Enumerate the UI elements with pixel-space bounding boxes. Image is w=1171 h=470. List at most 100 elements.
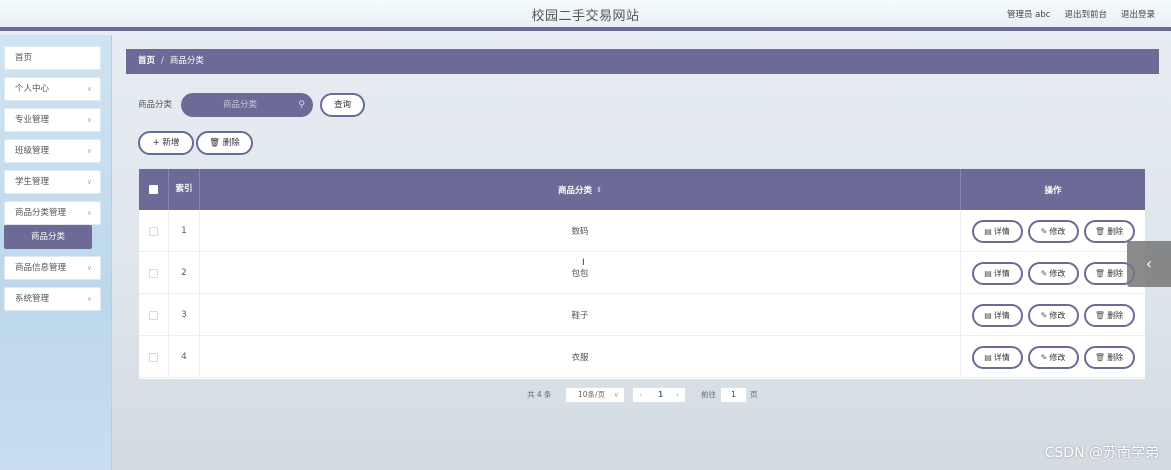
row-checkbox[interactable] [149,352,158,362]
row-delete-label: 删除 [1107,352,1124,362]
sidebar-item-class-management[interactable]: 班级管理 ∨ [4,139,101,163]
row-category: 衣服 [200,336,961,378]
prev-page-icon[interactable]: ‹ [639,390,642,399]
add-button[interactable]: + 新增 [138,131,194,155]
edit-label: 修改 [1049,310,1066,320]
page-size-select[interactable]: 10条/页 ∨ [565,387,625,403]
row-operations: ▤ 详情 ✎ 修改 🗑 删除 [961,210,1145,252]
chevron-down-icon: ∨ [86,264,92,272]
header-category[interactable]: 商品分类 ⇕ [200,169,961,210]
detail-label: 详情 [993,310,1010,320]
header-operations: 操作 [1044,185,1062,196]
row-checkbox[interactable] [149,268,158,278]
breadcrumb-current: 商品分类 [169,56,204,66]
row-delete-label: 删除 [1107,268,1124,278]
sidebar-item-home[interactable]: 首页 [4,46,101,70]
table-row: 3 鞋子 ▤ 详情 ✎ 修改 🗑 删除 [139,294,1145,336]
table-header: 索引 商品分类 ⇕ 操作 [139,169,1145,210]
select-all-cell [139,169,169,210]
pencil-icon: ✎ [1040,226,1048,236]
detail-label: 详情 [993,352,1010,362]
plus-icon: + [152,138,160,148]
edit-button[interactable]: ✎ 修改 [1027,345,1079,369]
row-check-cell [139,336,169,378]
select-all-checkbox[interactable] [149,185,158,194]
row-delete-button[interactable]: 🗑 删除 [1083,303,1135,327]
edit-label: 修改 [1049,352,1066,362]
chevron-up-icon: ∧ [86,209,92,217]
detail-button[interactable]: ▤ 详情 [971,219,1023,243]
sidebar-item-major-management[interactable]: 专业管理 ∨ [4,108,101,132]
page-unit-label: 页 [750,390,758,399]
exit-to-front-link[interactable]: 退出到前台 [1064,8,1107,20]
search-input[interactable]: 商品分类 ⚲ [181,93,313,117]
row-index: 2 [169,252,200,294]
chevron-left-icon: ‹ [1145,254,1153,273]
row-delete-label: 删除 [1107,310,1124,320]
edit-label: 修改 [1049,268,1066,278]
pencil-icon: ✎ [1040,352,1048,362]
sidebar-item-label: 商品信息管理 [15,263,67,273]
collapse-panel-button[interactable]: ‹ [1127,241,1171,287]
row-checkbox[interactable] [149,310,158,320]
site-title: 校园二手交易网站 [531,9,640,24]
sidebar-item-label: 专业管理 [15,115,50,125]
trash-icon: 🗑 [1094,226,1106,236]
sidebar-item-personal-center[interactable]: 个人中心 ∨ [4,77,101,101]
sidebar-item-goods-management[interactable]: 商品信息管理 ∨ [4,256,101,280]
goto-page-input[interactable]: 1 [720,387,747,403]
detail-button[interactable]: ▤ 详情 [971,345,1023,369]
table-row: 2 包包 ▤ 详情 ✎ 修改 🗑 删除 [139,252,1145,294]
edit-button[interactable]: ✎ 修改 [1027,261,1079,285]
add-button-label: 新增 [162,138,180,148]
row-delete-button[interactable]: 🗑 删除 [1083,219,1135,243]
row-operations: ▤ 详情 ✎ 修改 🗑 删除 [961,294,1145,336]
edit-button[interactable]: ✎ 修改 [1027,303,1079,327]
delete-button[interactable]: 🗑 删除 [196,131,253,155]
page-size-value: 10条/页 [578,390,606,399]
query-button[interactable]: 查询 [320,93,365,117]
detail-button[interactable]: ▤ 详情 [971,303,1023,327]
page-nav: ‹ 1 › [632,387,686,403]
row-check-cell [139,294,169,336]
detail-button[interactable]: ▤ 详情 [971,261,1023,285]
row-delete-button[interactable]: 🗑 删除 [1083,345,1135,369]
sidebar-item-student-management[interactable]: 学生管理 ∨ [4,170,101,194]
document-icon: ▤ [984,226,992,236]
breadcrumb: 首页 / 商品分类 [126,49,1159,74]
chevron-down-icon: ∨ [86,116,92,124]
delete-button-label: 删除 [222,138,240,148]
chevron-down-icon: ∨ [86,178,92,186]
row-index: 4 [169,336,200,378]
trash-icon: 🗑 [209,138,221,148]
row-check-cell [139,252,169,294]
header-category-label: 商品分类 [558,185,593,196]
row-operations: ▤ 详情 ✎ 修改 🗑 删除 [961,252,1145,294]
sidebar-item-system-management[interactable]: 系统管理 ∨ [4,287,101,311]
trash-icon: 🗑 [1094,352,1106,362]
document-icon: ▤ [984,352,992,362]
detail-label: 详情 [993,226,1010,236]
sidebar-item-category-management[interactable]: 商品分类管理 ∧ [4,201,101,225]
sidebar-item-label: 首页 [15,53,33,63]
table-row: 1 数码 ▤ 详情 ✎ 修改 🗑 删除 [139,210,1145,252]
pencil-icon: ✎ [1040,268,1048,278]
current-page[interactable]: 1 [658,390,663,399]
logout-link[interactable]: 退出登录 [1121,8,1155,20]
sidebar: 首页 个人中心 ∨ 专业管理 ∨ 班级管理 ∨ 学生管理 ∨ 商品分类管理 ∧ … [0,35,112,470]
edit-button[interactable]: ✎ 修改 [1027,219,1079,243]
row-index: 1 [169,210,200,252]
sort-icon[interactable]: ⇕ [596,186,602,194]
watermark: CSDN @苏南学弟 [1044,445,1159,461]
search-placeholder: 商品分类 [222,100,257,110]
top-bar: 校园二手交易网站 管理员 abc 退出到前台 退出登录 [0,0,1171,31]
next-page-icon[interactable]: › [676,390,679,399]
document-icon: ▤ [984,310,992,320]
sidebar-item-label: 商品分类管理 [15,208,67,218]
row-operations: ▤ 详情 ✎ 修改 🗑 删除 [961,336,1145,378]
breadcrumb-separator: / [161,56,164,66]
pencil-icon: ✎ [1040,310,1048,320]
row-checkbox[interactable] [149,226,158,236]
breadcrumb-home[interactable]: 首页 [138,56,155,66]
sidebar-subitem-category[interactable]: 商品分类 [4,225,92,249]
